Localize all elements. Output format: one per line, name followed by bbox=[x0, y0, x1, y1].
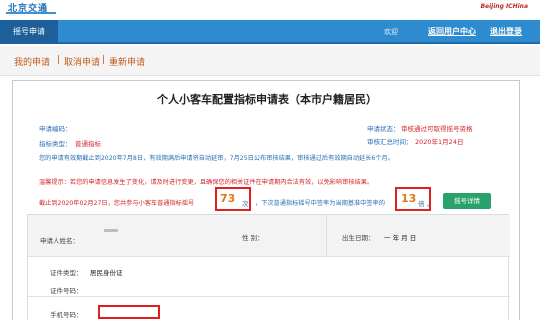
reminder-note: 温馨提示：若您的申请信息发生了变化，请及时进行变更，且确保您的相关证件在申请期内… bbox=[39, 179, 374, 186]
id-type-label: 证件类型： bbox=[50, 269, 83, 277]
applicant-name-label: 申请人姓名： bbox=[40, 237, 79, 245]
redacted-name bbox=[104, 229, 118, 232]
application-form-panel: 个人小客车配置指标申请表（本市户籍居民） 申请编码： 指标类型： 普通指标 申请… bbox=[12, 80, 520, 320]
status-value: 审核通过可取得摇号资格 bbox=[401, 125, 473, 133]
attempts-unit: 次 bbox=[242, 200, 249, 208]
logout-link[interactable]: 退出登录 bbox=[490, 20, 522, 44]
feedback-time-label: 审核汇总时间： bbox=[367, 138, 413, 146]
reapply-link[interactable]: 重新申请 bbox=[109, 55, 145, 68]
user-center-link[interactable]: 返回用户中心 bbox=[428, 20, 476, 44]
tab-lottery-application[interactable]: 摇号申请 bbox=[0, 20, 58, 44]
count-prefix-text: 截止到2020年02月27日，您共参与小客车普通指标摇号 bbox=[39, 200, 195, 207]
table-row: 证件类型： 居民身份证 证件号码： bbox=[28, 257, 510, 297]
right-logo: Beijing ICHina bbox=[480, 3, 528, 10]
action-separator: | bbox=[102, 55, 106, 65]
indicator-type-value: 普通指标 bbox=[75, 140, 101, 148]
id-type-value: 居民身份证 bbox=[90, 269, 123, 277]
status-label: 申请状态： bbox=[367, 125, 400, 133]
application-code-label: 申请编码： bbox=[39, 125, 72, 133]
my-application-link[interactable]: 我的申请 bbox=[14, 55, 50, 68]
form-title: 个人小客车配置指标申请表（本市户籍居民） bbox=[157, 93, 377, 106]
gender-label: 性 别： bbox=[242, 234, 264, 242]
lottery-detail-button[interactable]: 摇号详情 bbox=[443, 193, 491, 209]
count-suffix: 。 bbox=[427, 200, 434, 208]
action-separator: | bbox=[57, 55, 61, 65]
cancel-application-link[interactable]: 取消申请 bbox=[64, 55, 100, 68]
nav-bar: 摇号申请 欢迎 返回用户中心 退出登录 bbox=[0, 20, 540, 44]
id-number-label: 证件号码： bbox=[50, 287, 83, 295]
feedback-time-value: 2020年1月24日 bbox=[415, 138, 464, 146]
multiplier-unit: 倍 bbox=[418, 200, 425, 208]
validity-note: 您的申请有效期截止到2020年7月8日，有效期满后申请将自动延审，7月25日公布… bbox=[39, 155, 394, 162]
top-banner: 北京交通 Beijing ICHina bbox=[0, 0, 540, 20]
welcome-text: 欢迎 bbox=[384, 28, 398, 36]
brand-underline bbox=[6, 12, 56, 14]
indicator-type-label: 指标类型： bbox=[39, 140, 72, 148]
phone-highlight-box bbox=[98, 305, 160, 319]
phone-label: 手机号码： bbox=[50, 311, 83, 319]
birth-date-value: 一 年 月 日 bbox=[384, 234, 417, 242]
attempts-count: 73 bbox=[220, 192, 236, 205]
multiplier-value: 13 bbox=[401, 192, 417, 205]
applicant-info-table: 申请人姓名： 性 别： 出生日期： 一 年 月 日 证件类型： 居民身份证 证件… bbox=[27, 214, 510, 320]
table-row: 申请人姓名： 性 别： 出生日期： 一 年 月 日 bbox=[28, 215, 510, 257]
count-middle-text: ，下次普通指标摇号中签率为当期基准中签率的 bbox=[255, 200, 385, 207]
table-row: 手机号码： bbox=[28, 297, 510, 320]
action-bar: 我的申请 | 取消申请 | 重新申请 bbox=[0, 46, 540, 76]
birth-date-label: 出生日期： bbox=[342, 234, 375, 242]
